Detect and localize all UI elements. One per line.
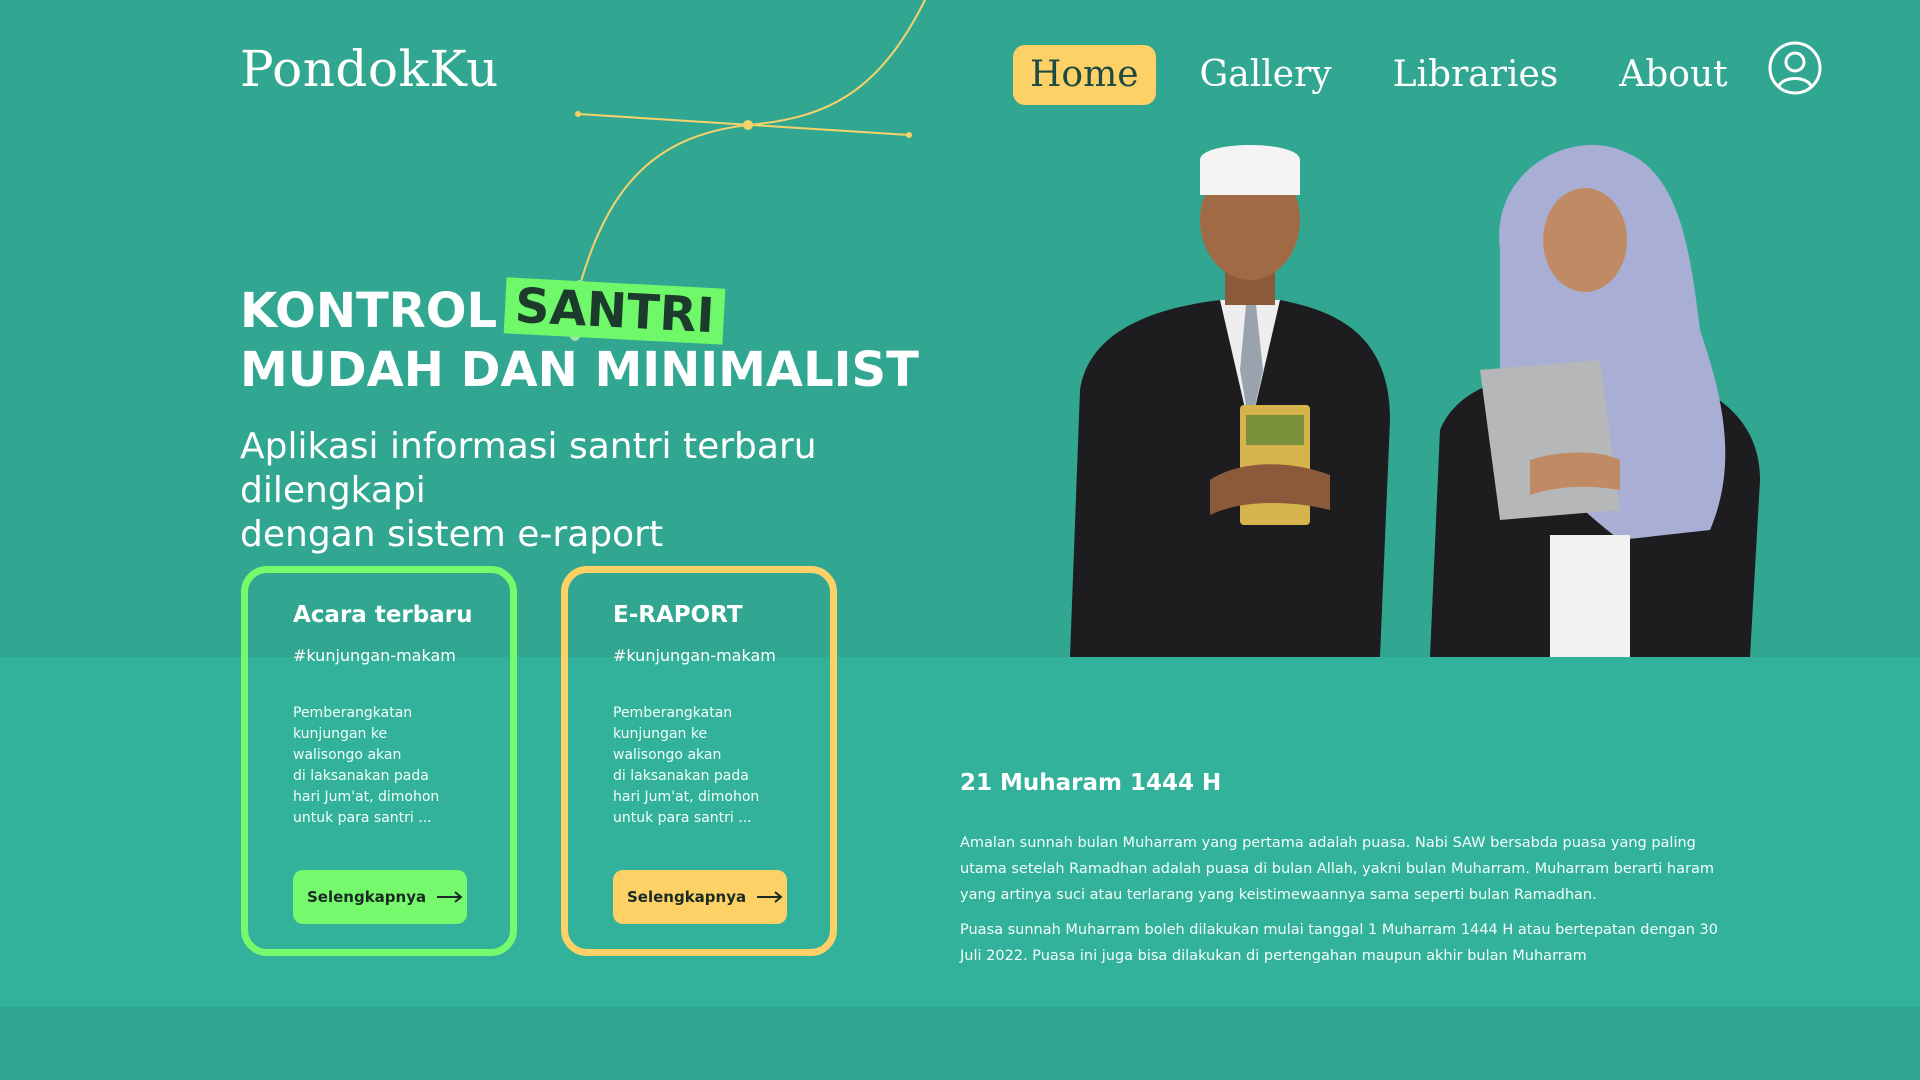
main-nav: Home Gallery Libraries About bbox=[1013, 45, 1745, 105]
event-more-button[interactable]: Selengkapnya bbox=[293, 870, 467, 924]
hero-subtitle: Aplikasi informasi santri terbaru dileng… bbox=[240, 425, 1000, 557]
news-date: 21 Muharam 1444 H bbox=[960, 770, 1222, 796]
card-hashtag: #kunjungan-makam bbox=[293, 646, 456, 665]
button-label: Selengkapnya bbox=[307, 888, 427, 906]
card-body-line: walisongo akan bbox=[613, 747, 722, 763]
card-body: Pemberangkatan kunjungan ke walisongo ak… bbox=[293, 703, 493, 829]
eraport-card: E-RAPORT #kunjungan-makam Pemberangkatan… bbox=[561, 566, 837, 956]
card-body-line: kunjungan ke bbox=[293, 726, 388, 742]
news-paragraph: Amalan sunnah bulan Muharram yang pertam… bbox=[960, 835, 1714, 903]
card-body-line: hari Jum'at, dimohon bbox=[613, 789, 760, 805]
arrow-right-icon bbox=[757, 891, 783, 903]
card-hashtag: #kunjungan-makam bbox=[613, 646, 776, 665]
user-circle-icon[interactable] bbox=[1767, 40, 1823, 96]
card-body: Pemberangkatan kunjungan ke walisongo ak… bbox=[613, 703, 813, 829]
card-body-line: walisongo akan bbox=[293, 747, 402, 763]
hero-title-prefix: KONTROL bbox=[240, 283, 498, 339]
card-body-line: di laksanakan pada bbox=[613, 768, 749, 784]
event-card: Acara terbaru #kunjungan-makam Pemberang… bbox=[241, 566, 517, 956]
male-student-figure bbox=[1070, 145, 1390, 657]
eraport-more-button[interactable]: Selengkapnya bbox=[613, 870, 787, 924]
card-body-line: Pemberangkatan bbox=[613, 705, 733, 721]
hero-title: KONTROL SANTRI MUDAH DAN MINIMALIST bbox=[240, 277, 919, 400]
card-body-line: untuk para santri ... bbox=[293, 810, 432, 826]
hero-subtitle-line1: Aplikasi informasi santri terbaru dileng… bbox=[240, 426, 817, 511]
students-photo bbox=[1070, 144, 1760, 657]
card-title: Acara terbaru bbox=[293, 602, 473, 628]
card-title: E-RAPORT bbox=[613, 602, 743, 628]
nav-libraries[interactable]: Libraries bbox=[1376, 45, 1576, 105]
arrow-right-icon bbox=[437, 891, 463, 903]
nav-about[interactable]: About bbox=[1602, 45, 1744, 105]
hero-title-highlight: SANTRI bbox=[503, 277, 726, 345]
news-paragraph: Puasa sunnah Muharram boleh dilakukan mu… bbox=[960, 922, 1718, 964]
hero-subtitle-line2: dengan sistem e-raport bbox=[240, 514, 664, 555]
female-student-figure bbox=[1430, 144, 1760, 657]
button-label: Selengkapnya bbox=[627, 888, 747, 906]
nav-home[interactable]: Home bbox=[1013, 45, 1156, 105]
card-body-line: di laksanakan pada bbox=[293, 768, 429, 784]
nav-gallery[interactable]: Gallery bbox=[1183, 45, 1349, 105]
hero-title-line2: MUDAH DAN MINIMALIST bbox=[240, 342, 919, 398]
card-body-line: untuk para santri ... bbox=[613, 810, 752, 826]
card-body-line: kunjungan ke bbox=[613, 726, 708, 742]
card-body-line: hari Jum'at, dimohon bbox=[293, 789, 440, 805]
card-body-line: Pemberangkatan bbox=[293, 705, 413, 721]
news-body: Amalan sunnah bulan Muharram yang pertam… bbox=[960, 830, 1730, 978]
